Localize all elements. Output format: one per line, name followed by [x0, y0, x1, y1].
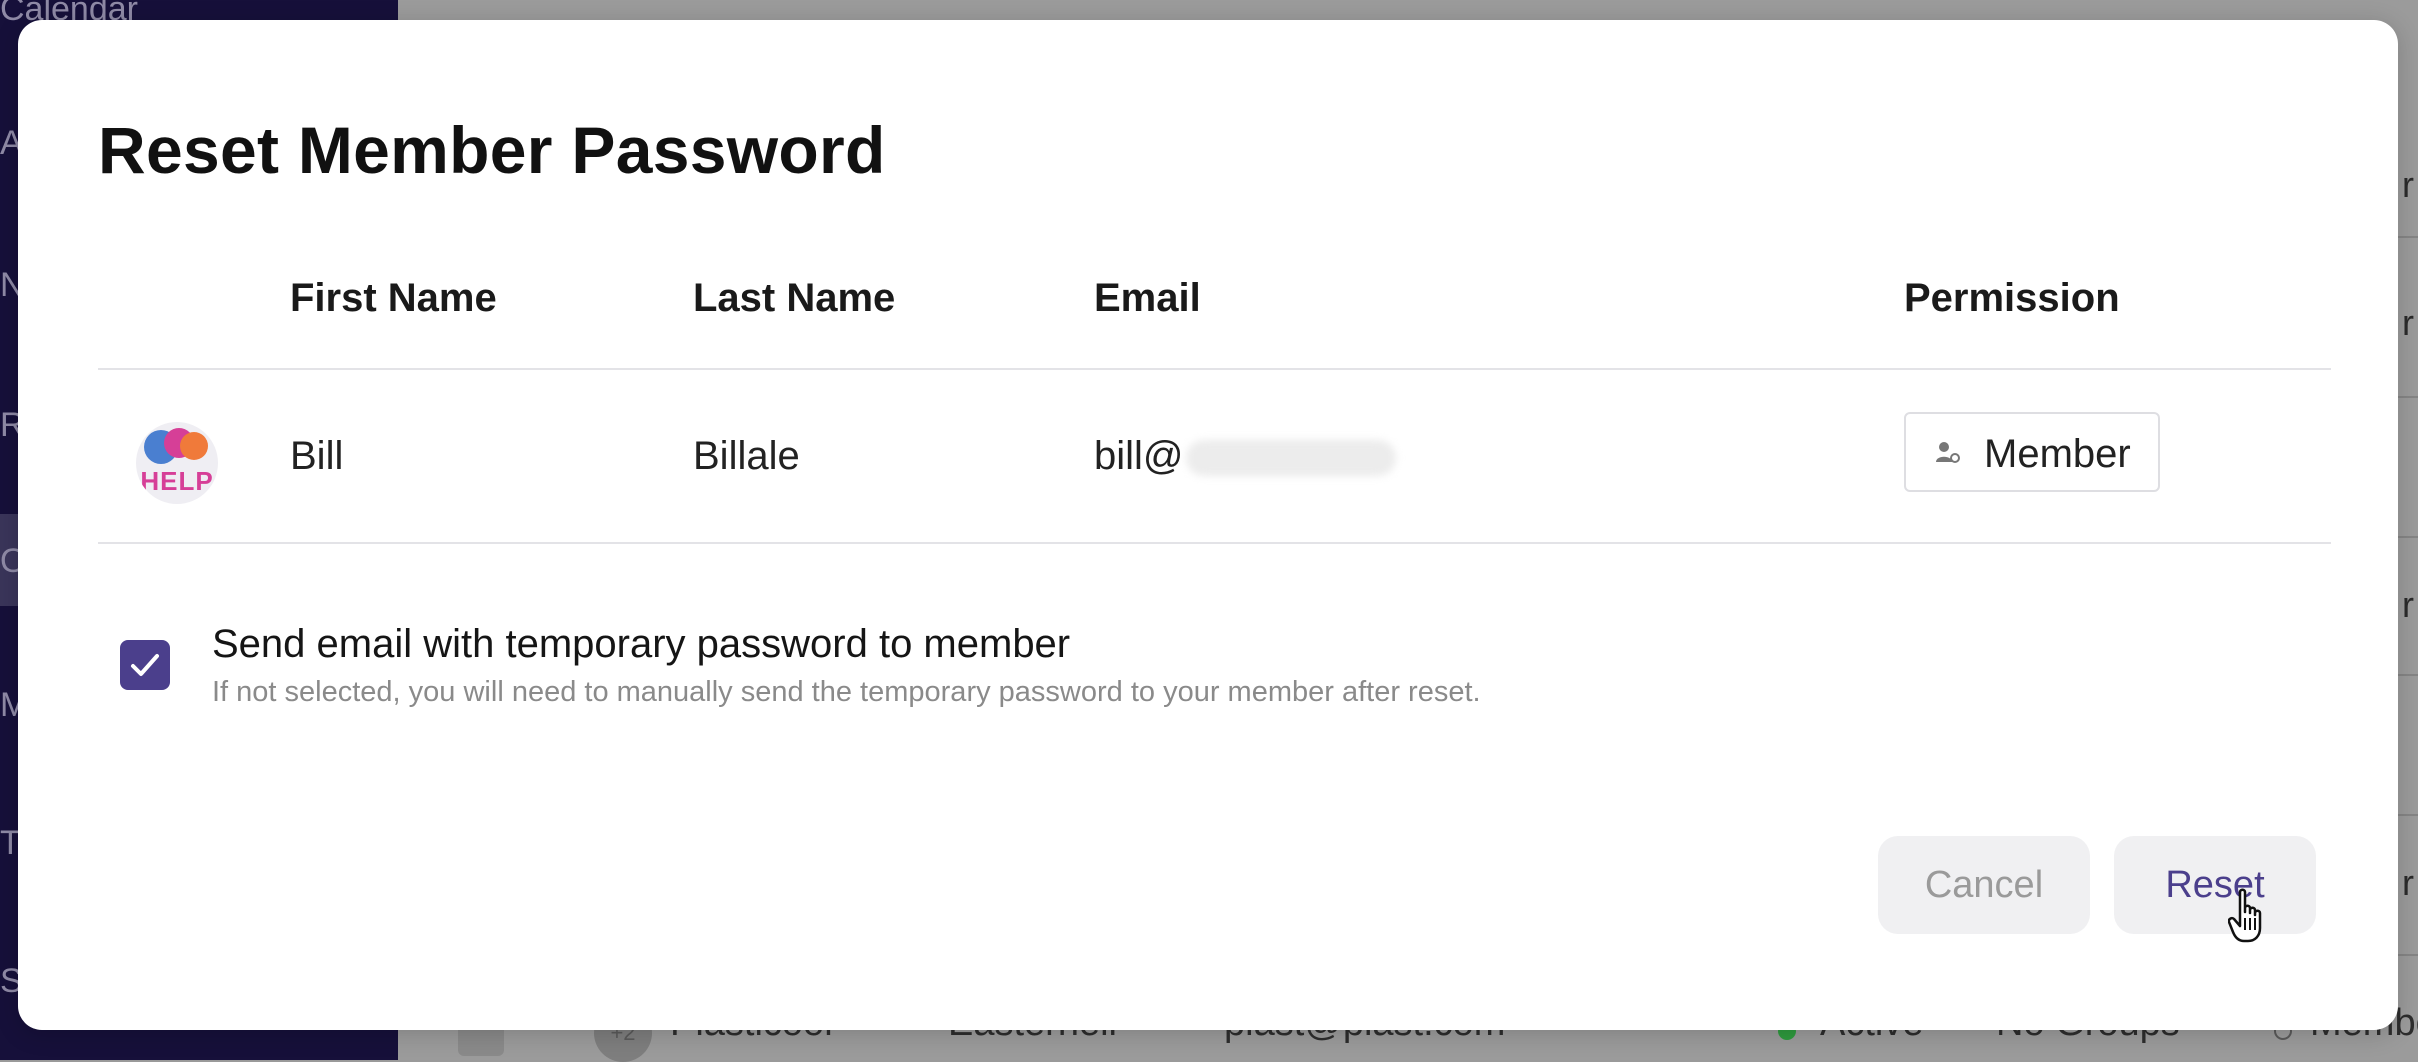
hand-pointer-icon — [2228, 888, 2262, 943]
column-header-email: Email — [1094, 276, 1201, 320]
row-glyph: r — [2402, 302, 2414, 343]
send-email-checkbox[interactable] — [120, 640, 170, 690]
table-header-divider — [98, 368, 2331, 370]
email-redaction — [1185, 440, 1396, 477]
member-icon — [1936, 442, 1960, 463]
table-row-divider — [98, 542, 2331, 544]
reset-button[interactable]: Reset — [2114, 836, 2316, 934]
member-email-text: bill@ — [1094, 434, 1184, 478]
send-email-label[interactable]: Send email with temporary password to me… — [212, 622, 1070, 667]
avatar-label: HELP — [140, 466, 214, 496]
row-glyph: r — [2402, 862, 2414, 903]
avatar: HELP — [136, 422, 218, 504]
cancel-button[interactable]: Cancel — [1878, 836, 2090, 934]
member-email: bill@ — [1094, 434, 1396, 479]
column-header-last-name: Last Name — [693, 276, 896, 320]
column-header-first-name: First Name — [290, 276, 497, 320]
row-glyph: r — [2402, 164, 2414, 205]
check-icon — [131, 654, 159, 676]
column-header-permission: Permission — [1904, 276, 2120, 320]
member-first-name: Bill — [290, 434, 344, 478]
send-email-hint: If not selected, you will need to manual… — [212, 676, 1481, 708]
member-last-name: Billale — [693, 434, 800, 478]
reset-password-dialog: Reset Member Password First Name Last Na… — [18, 20, 2398, 1030]
permission-label: Member — [1984, 432, 2131, 476]
permission-badge: Member — [1904, 412, 2160, 492]
dialog-title: Reset Member Password — [98, 113, 886, 187]
avatar-shape — [180, 432, 208, 460]
row-glyph: r — [2402, 584, 2414, 625]
